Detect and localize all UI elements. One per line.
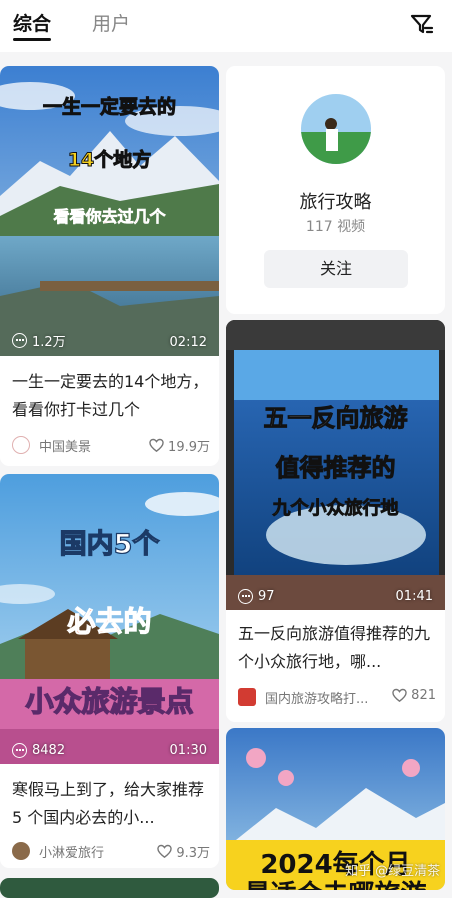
cover-headline: 一生一定要去的 <box>42 96 176 119</box>
video-cover[interactable]: 五一反向旅游 值得推荐的 九个小众旅行地 97 01:41 <box>226 320 445 610</box>
heart-icon <box>149 438 164 453</box>
view-count: 8482 <box>12 743 65 758</box>
avatar <box>12 842 30 860</box>
video-count: 117 视频 <box>305 219 366 235</box>
view-count: 97 <box>238 589 275 604</box>
video-card-3[interactable]: 国内5个 必去的 小众旅游景点 8482 01:30 寒假马上到了，给大家推荐 … <box>0 474 219 868</box>
cover-subheadline: 14个地方 <box>67 149 152 172</box>
author-name: 国内旅游攻略打... <box>265 692 369 707</box>
tab-all[interactable]: 综合 <box>13 9 51 36</box>
avatar <box>12 436 30 454</box>
video-title[interactable]: 寒假马上到了，给大家推荐 5 个国内必去的小... <box>12 776 210 832</box>
video-card-5-partial[interactable] <box>0 878 219 898</box>
top-bar: 综合 用户 <box>0 0 452 52</box>
author-name: 小淋爱旅行 <box>39 846 105 861</box>
profile-name: 旅行攻略 <box>299 192 372 213</box>
video-duration: 01:41 <box>395 589 433 604</box>
watermark: 知乎 @绿豆清茶 <box>345 864 441 879</box>
tab-users[interactable]: 用户 <box>92 9 130 36</box>
follow-button[interactable]: 关注 <box>264 250 408 288</box>
user-profile-card[interactable]: 旅行攻略 117 视频 关注 <box>226 66 445 314</box>
author-name: 中国美景 <box>39 440 92 455</box>
video-card-2[interactable]: 五一反向旅游 值得推荐的 九个小众旅行地 97 01:41 五一反向旅游值得推荐… <box>226 320 445 722</box>
like-count[interactable]: 19.9万 <box>149 436 210 455</box>
view-count: 1.2万 <box>12 331 66 350</box>
play-icon <box>238 589 253 604</box>
play-icon <box>12 743 27 758</box>
filter-icon[interactable] <box>408 10 436 38</box>
heart-icon <box>392 688 407 703</box>
video-title[interactable]: 五一反向旅游值得推荐的九个小众旅行地，哪... <box>238 620 436 676</box>
video-cover[interactable]: 国内5个 必去的 小众旅游景点 8482 01:30 <box>0 474 219 764</box>
video-card-1[interactable]: 一生一定要去的 14个地方 看看你去过几个 1.2万 02:12 一生一定要去的… <box>0 66 219 466</box>
avatar <box>238 688 256 706</box>
heart-icon <box>157 844 173 859</box>
play-icon <box>12 333 27 348</box>
video-title[interactable]: 一生一定要去的14个地方，看看你打卡过几个 <box>12 368 210 424</box>
cover-headline: 国内5个 <box>59 528 160 560</box>
cover-tagline: 看看你去过几个 <box>53 207 166 227</box>
cover-subheadline: 值得推荐的 <box>275 454 396 483</box>
video-duration: 02:12 <box>169 335 207 350</box>
author-row[interactable]: 国内旅游攻略打... 821 <box>238 686 436 708</box>
cover-tagline: 九个小众旅行地 <box>272 498 399 520</box>
author-row[interactable]: 中国美景 19.9万 <box>12 434 210 456</box>
cover-headline: 五一反向旅游 <box>263 404 408 433</box>
video-duration: 01:30 <box>169 743 207 758</box>
like-count[interactable]: 9.3万 <box>157 842 210 861</box>
cover-tagline: 小众旅游景点 <box>25 684 194 718</box>
cover-subheadline: 必去的 <box>67 604 152 638</box>
author-row[interactable]: 小淋爱旅行 9.3万 <box>12 840 210 862</box>
tab-active-indicator <box>13 38 51 41</box>
video-cover[interactable]: 一生一定要去的 14个地方 看看你去过几个 1.2万 02:12 <box>0 66 219 356</box>
like-count[interactable]: 821 <box>392 688 436 703</box>
avatar[interactable] <box>301 94 371 164</box>
